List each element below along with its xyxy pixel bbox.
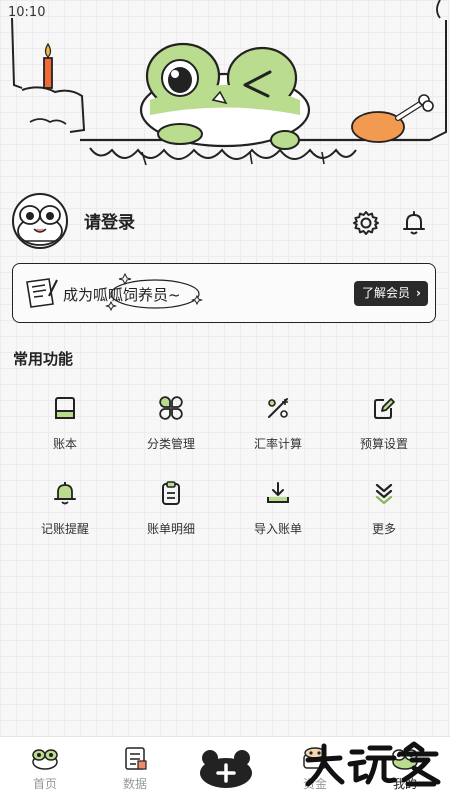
nav-data[interactable]: 数据: [95, 737, 175, 801]
feature-reminder[interactable]: 记账提醒: [12, 475, 118, 545]
edit-icon: [374, 398, 395, 419]
feature-label: 更多: [371, 522, 396, 536]
drumstick-icon: [351, 94, 434, 143]
nav-home[interactable]: 首页: [5, 737, 85, 801]
learn-membership-label: 了解会员: [362, 286, 411, 300]
nav-label: 首页: [32, 777, 57, 791]
book-icon: [55, 397, 75, 419]
document-doodle-icon: [26, 278, 58, 308]
bell-icon: [54, 482, 76, 505]
feature-label: 记账提醒: [40, 522, 89, 536]
frog-avatar-icon: [17, 205, 63, 246]
feature-budget-settings[interactable]: 预算设置: [331, 390, 437, 460]
profile-row[interactable]: 请登录: [12, 193, 438, 251]
data-book-icon: [125, 747, 147, 770]
candle-icon: [43, 42, 53, 89]
feature-label: 账单明细: [146, 522, 195, 536]
feature-exchange-rate[interactable]: 汇率计算: [225, 390, 331, 460]
notification-bell-icon[interactable]: [400, 209, 428, 237]
frog-mascot: [139, 42, 311, 150]
banner-text: 成为呱呱饲养员~: [63, 286, 181, 304]
feature-bill-details[interactable]: 账单明细: [118, 475, 224, 545]
add-record-button[interactable]: [198, 749, 254, 789]
settings-gear-icon[interactable]: [352, 209, 380, 237]
clipboard-icon: [162, 481, 180, 505]
feature-label: 分类管理: [146, 437, 195, 451]
watermark-logo: [305, 741, 441, 787]
chevron-down-double-icon: [375, 483, 393, 505]
nav-label: 数据: [122, 777, 147, 791]
member-banner[interactable]: 成为呱呱饲养员~ 了解会员 ›: [12, 263, 436, 323]
login-text[interactable]: 请登录: [84, 208, 135, 233]
feature-import-bills[interactable]: 导入账单: [225, 475, 331, 545]
header-illustration: [11, 0, 447, 166]
frog-home-icon: [32, 749, 58, 770]
feature-ledger[interactable]: 账本: [12, 390, 118, 460]
feature-label: 账本: [52, 437, 77, 451]
feature-more[interactable]: 更多: [331, 475, 437, 545]
feature-label: 预算设置: [359, 437, 408, 451]
import-icon: [267, 482, 289, 503]
feature-label: 汇率计算: [253, 437, 302, 451]
chevron-right-icon: ›: [416, 286, 421, 300]
section-title: 常用功能: [13, 350, 74, 368]
feature-category-manage[interactable]: 分类管理: [118, 390, 224, 460]
clover-icon: [159, 396, 183, 420]
exchange-rate-icon: [268, 398, 288, 418]
learn-membership-button[interactable]: 了解会员 ›: [354, 281, 428, 306]
avatar[interactable]: [12, 193, 68, 249]
feature-label: 导入账单: [253, 522, 302, 536]
